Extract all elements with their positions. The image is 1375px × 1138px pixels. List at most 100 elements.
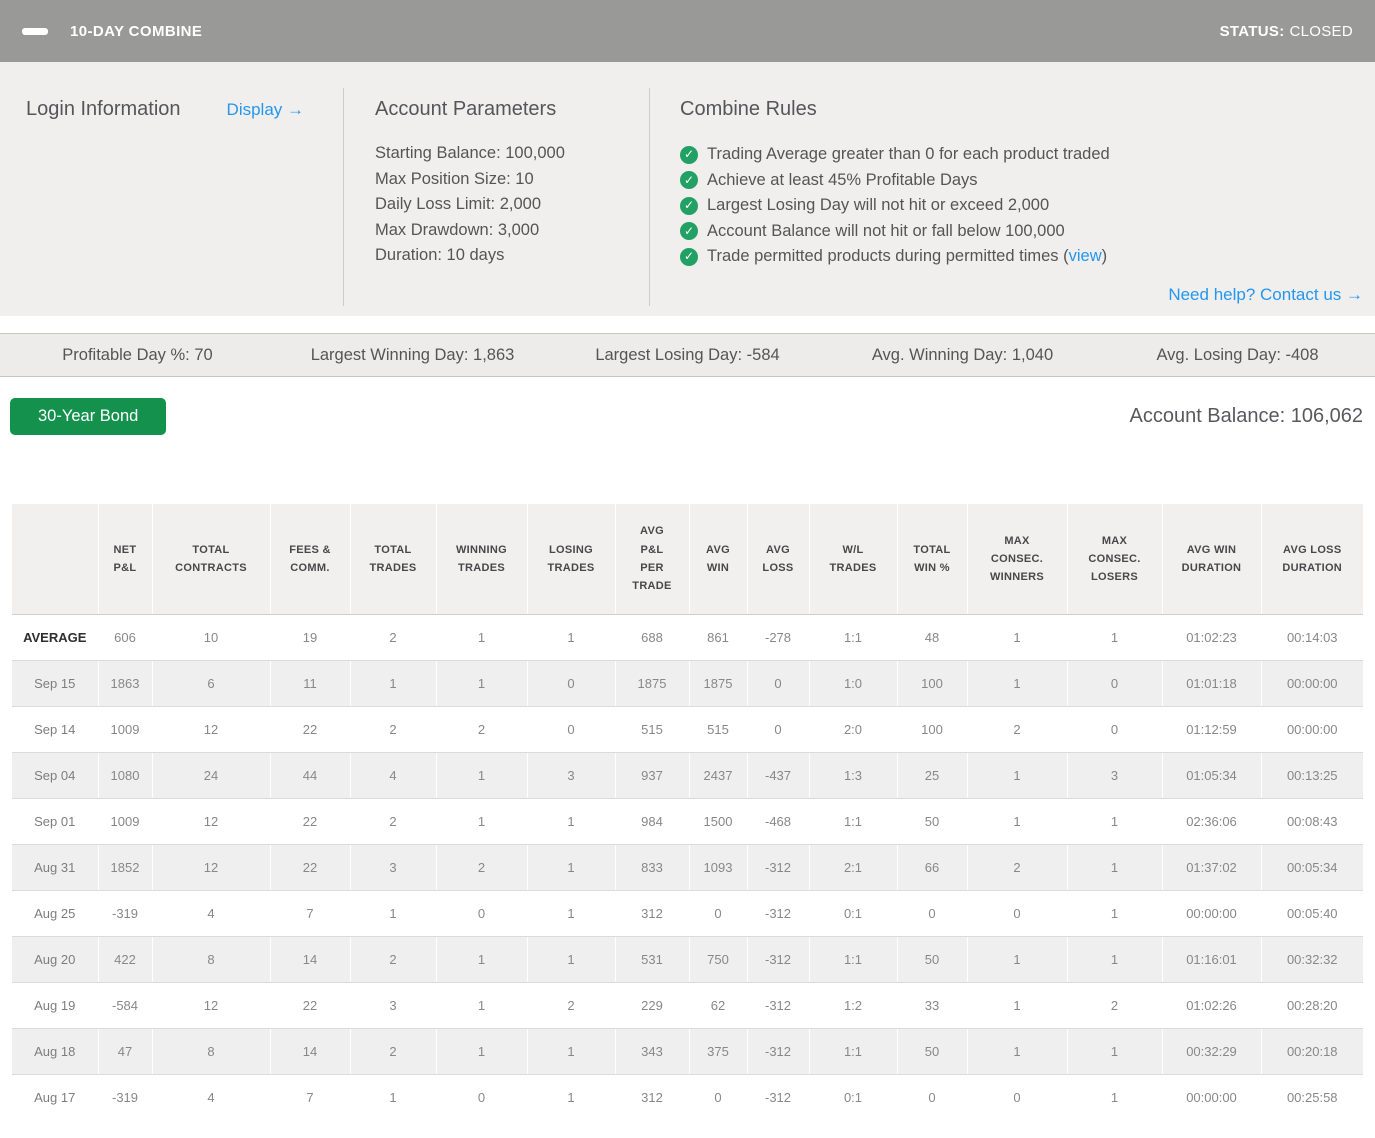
cell: 1 — [966, 1028, 1067, 1075]
display-link[interactable]: Display → — [227, 100, 304, 120]
cell: 1:1 — [808, 1028, 897, 1075]
cell: 2:0 — [808, 706, 897, 753]
cell: 2 — [349, 936, 436, 983]
cell: 1 — [966, 660, 1067, 707]
cell: 312 — [614, 1074, 689, 1120]
cell: 2 — [349, 614, 436, 661]
cell: 343 — [614, 1028, 689, 1075]
cell: 12 — [151, 798, 270, 845]
combine-rules-title: Combine Rules — [680, 98, 817, 120]
cell: 1 — [1066, 1074, 1162, 1120]
cell: 00:05:40 — [1260, 890, 1363, 937]
cell: 1 — [966, 752, 1067, 799]
table-row: Aug 18 47 8 14 2 1 1 343 375 -312 1:1 50 1 1 00:32:29 0… — [12, 1028, 1363, 1075]
column-header: AVG WIN — [688, 504, 747, 615]
product-tab-30-year-bond[interactable]: 30-Year Bond — [10, 398, 167, 435]
stat-text: Avg. Winning Day: 1,040 — [871, 345, 1054, 364]
cell: 0 — [746, 660, 809, 707]
cell: 50 — [896, 936, 967, 983]
cell: 1 — [1066, 798, 1162, 845]
cell: 1:0 — [808, 660, 897, 707]
cell: 1 — [435, 660, 527, 707]
cell: 1093 — [688, 844, 747, 891]
cell: 1080 — [97, 752, 152, 799]
cell: 1852 — [97, 844, 152, 891]
cell: 2 — [1066, 982, 1162, 1029]
cell: -437 — [746, 752, 809, 799]
cell: 1 — [1066, 614, 1162, 661]
row-label: Aug 19 — [12, 982, 98, 1029]
cell: 2 — [349, 1028, 436, 1075]
cell: 1 — [349, 1074, 436, 1120]
row-label: Sep 01 — [12, 798, 98, 845]
cell: 515 — [614, 706, 689, 753]
cell: 50 — [896, 1028, 967, 1075]
column-header: AVG LOSS — [746, 504, 809, 615]
cell: 01:02:26 — [1161, 982, 1261, 1029]
cell: 2 — [349, 798, 436, 845]
login-information-title: Login Information — [26, 98, 181, 120]
cell: 62 — [688, 982, 747, 1029]
cell: 1 — [1066, 844, 1162, 891]
view-link[interactable]: view — [1069, 247, 1102, 265]
cell: 984 — [614, 798, 689, 845]
cell: 1 — [1066, 1028, 1162, 1075]
cell: 1 — [435, 752, 527, 799]
cell: 2 — [966, 844, 1067, 891]
cell: 22 — [269, 982, 350, 1029]
cell: 12 — [151, 844, 270, 891]
cell: -278 — [746, 614, 809, 661]
cell: 0 — [966, 890, 1067, 937]
cell: 1 — [526, 844, 615, 891]
combine-rule-item: ✓ Achieve at least 45% Profitable Days — [680, 168, 1363, 194]
stat-text: Largest Winning Day: 1,863 — [310, 345, 515, 364]
cell: 00:20:18 — [1260, 1028, 1363, 1075]
cell: 1500 — [688, 798, 747, 845]
cell: 1 — [526, 936, 615, 983]
column-header: WINNING TRADES — [435, 504, 527, 615]
cell: 00:32:32 — [1260, 936, 1363, 983]
cell: 01:16:01 — [1161, 936, 1261, 983]
login-information-section: Login Information Display → — [0, 88, 343, 306]
cell: 1875 — [688, 660, 747, 707]
rule-text: Trading Average greater than 0 for each … — [707, 145, 1110, 163]
cell: 229 — [614, 982, 689, 1029]
stat-item: Profitable Day %: 70 — [0, 346, 275, 365]
cell: 12 — [151, 982, 270, 1029]
column-header: TOTAL CONTRACTS — [151, 504, 270, 615]
collapse-minus-icon[interactable] — [22, 27, 48, 35]
cell: 0 — [896, 890, 967, 937]
row-label: Sep 14 — [12, 706, 98, 753]
cell: 1 — [435, 936, 527, 983]
cell: 01:05:34 — [1161, 752, 1261, 799]
table-row: AVERAGE 606 10 19 2 1 1 688 861 -278 1:1 48 1 1 01:02:… — [12, 614, 1363, 661]
cell: 00:08:43 — [1260, 798, 1363, 845]
cell: 0 — [966, 1074, 1067, 1120]
info-panel: Login Information Display → Account Para… — [0, 62, 1375, 316]
column-header: TOTAL WIN % — [896, 504, 967, 615]
cell: 422 — [97, 936, 152, 983]
summary-stats-bar: Profitable Day %: 70 Largest Winning Day… — [0, 333, 1375, 377]
cell: 0 — [435, 890, 527, 937]
cell: -312 — [746, 1074, 809, 1120]
check-circle-icon: ✓ — [680, 222, 698, 241]
cell: 1:1 — [808, 936, 897, 983]
cell: 22 — [269, 706, 350, 753]
stat-text: Avg. Losing Day: -408 — [1156, 345, 1319, 364]
cell: 1 — [435, 1028, 527, 1075]
cell: 33 — [896, 982, 967, 1029]
cell: -312 — [746, 936, 809, 983]
cell: 4 — [151, 890, 270, 937]
cell: 606 — [97, 614, 152, 661]
status-value: CLOSED — [1289, 22, 1353, 40]
contact-us-link[interactable]: Need help? Contact us → — [1168, 285, 1363, 304]
cell: 3 — [1066, 752, 1162, 799]
row-label: Aug 18 — [12, 1028, 98, 1075]
combine-rule-item: ✓ Trading Average greater than 0 for eac… — [680, 142, 1363, 168]
cell: 19 — [269, 614, 350, 661]
cell: 1:3 — [808, 752, 897, 799]
cell: 00:00:00 — [1161, 1074, 1261, 1120]
cell: 861 — [688, 614, 747, 661]
cell: 1 — [435, 798, 527, 845]
cell: 2437 — [688, 752, 747, 799]
